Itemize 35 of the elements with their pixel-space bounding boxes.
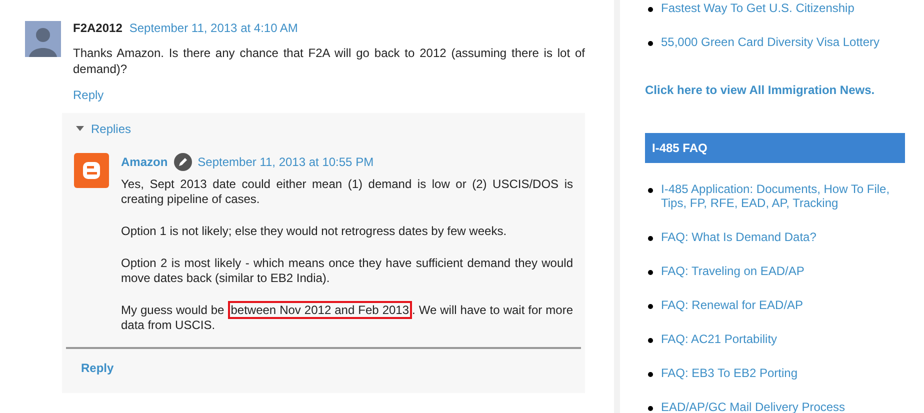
reply-paragraph: Yes, Sept 2013 date could either mean (1) demand is low or (2) USCIS/DOS is creating pipeline of cases.: [121, 177, 573, 207]
bullet-icon: [648, 188, 653, 193]
reply-link[interactable]: Reply: [73, 86, 585, 104]
pencil-icon: [174, 153, 192, 171]
bullet-icon: [648, 406, 653, 411]
reply-paragraph: My guess would be between Nov 2012 and Feb 2013 . We will have to wait for more data from USCIS.: [121, 303, 573, 333]
faq-heading: I-485 FAQ: [645, 133, 905, 163]
bullet-icon: [648, 236, 653, 241]
sidebar-link[interactable]: FAQ: What Is Demand Data?: [661, 230, 816, 244]
sidebar-link[interactable]: FAQ: EB3 To EB2 Porting: [661, 366, 798, 380]
sidebar-link[interactable]: FAQ: Renewal for EAD/AP: [661, 298, 804, 312]
comment-author: F2A2012: [73, 20, 122, 37]
bullet-icon: [648, 304, 653, 309]
reply-timestamp[interactable]: September 11, 2013 at 10:55 PM: [198, 153, 374, 171]
bullet-icon: [648, 41, 653, 46]
sidebar-link[interactable]: 55,000 Green Card Diversity Visa Lottery: [661, 35, 880, 49]
reply-author[interactable]: Amazon: [121, 153, 168, 171]
bullet-icon: [648, 338, 653, 343]
all-news-link[interactable]: Click here to view All Immigration News.: [645, 81, 905, 99]
comment-timestamp[interactable]: September 11, 2013 at 4:10 AM: [129, 19, 298, 37]
reply-paragraph: Option 1 is not likely; else they would not retrogress dates by few weeks.: [121, 224, 508, 239]
blogger-logo-icon: [74, 153, 109, 188]
sidebar-link[interactable]: Fastest Way To Get U.S. Citizenship: [661, 1, 854, 15]
replies-toggle[interactable]: Replies: [76, 120, 132, 138]
sidebar-link[interactable]: FAQ: Traveling on EAD/AP: [661, 264, 804, 278]
sidebar-link[interactable]: FAQ: AC21 Portability: [661, 332, 778, 346]
avatar-icon: [25, 21, 61, 57]
bullet-icon: [648, 7, 653, 12]
caret-icon: [76, 126, 84, 132]
sidebar-link[interactable]: I-485 Application: Documents, How To File, Tips, FP, RFE, EAD, AP, Tracking: [661, 182, 905, 210]
bullet-icon: [648, 270, 653, 275]
reply-button[interactable]: Reply: [81, 359, 114, 377]
comment-text: Thanks Amazon. Is there any chance that F2A will go back to 2012 (assuming there is lot of demand)?: [73, 45, 585, 77]
reply-paragraph: Option 2 is most likely - which means once they have sufficient demand they would move dates back (similar to EB2 India).: [121, 256, 573, 286]
bullet-icon: [648, 372, 653, 377]
